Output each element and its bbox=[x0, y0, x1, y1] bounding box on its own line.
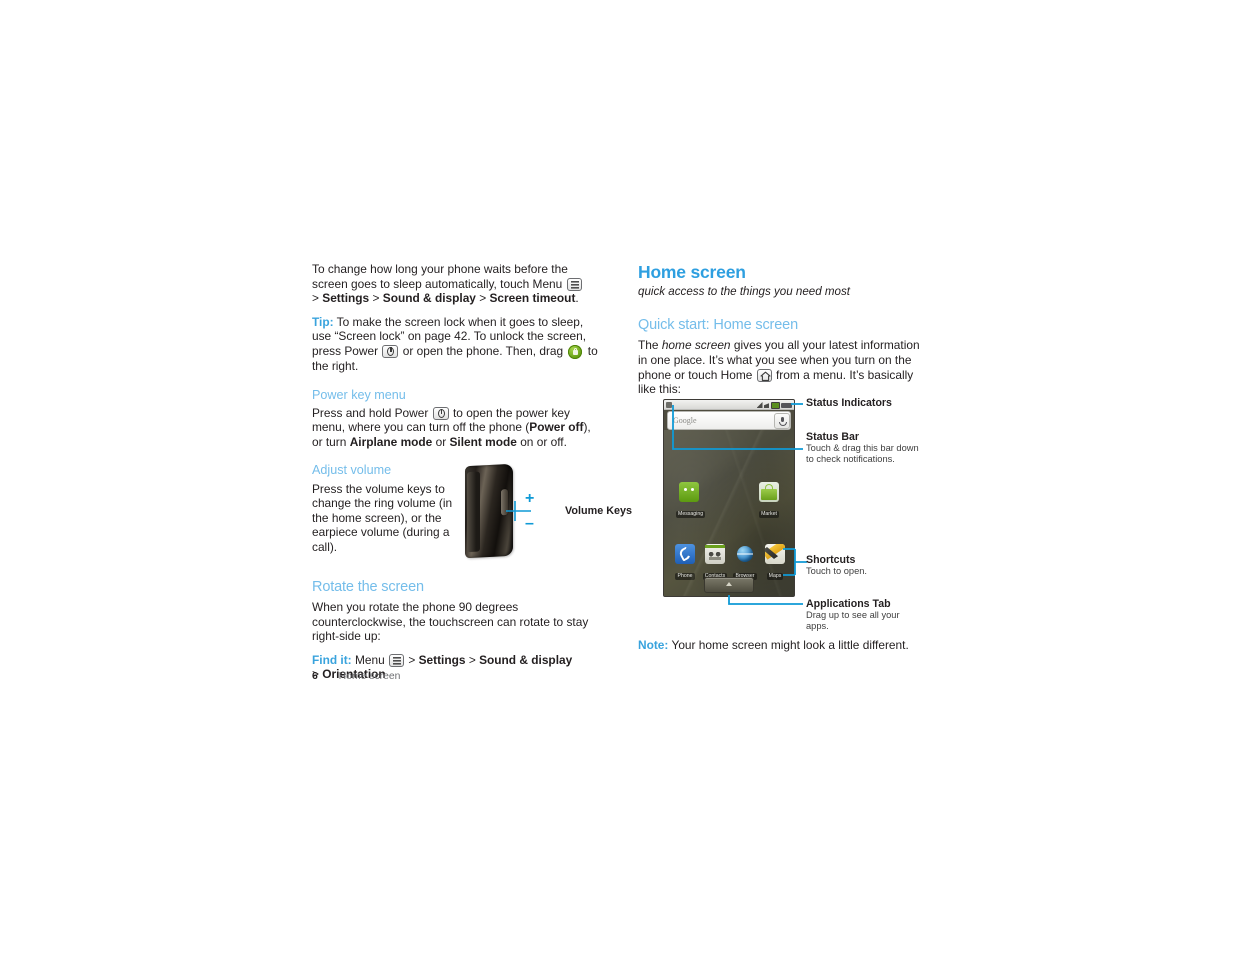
intro-paragraph: To change how long your phone waits befo… bbox=[312, 262, 602, 306]
intro-settings: Settings bbox=[322, 291, 370, 306]
qs-italic-home-screen: home screen bbox=[661, 338, 731, 353]
page-subtitle: quick access to the things you need most bbox=[638, 285, 851, 299]
volume-up-symbol: + bbox=[525, 490, 535, 507]
intro-sound-display: Sound & display bbox=[382, 291, 476, 306]
pkm-airplane-mode: Airplane mode bbox=[349, 434, 433, 449]
callout-desc: Drag up to see all your apps. bbox=[806, 610, 900, 632]
callout-desc: Touch to open. bbox=[806, 566, 867, 576]
manual-page: To change how long your phone waits befo… bbox=[0, 0, 1235, 954]
intro-text: To change how long your phone waits befo… bbox=[312, 262, 568, 291]
volume-keys-label: Volume Keys bbox=[565, 505, 633, 517]
footer-section-label: Home screen bbox=[338, 671, 401, 682]
intro-period: . bbox=[575, 291, 579, 306]
adjust-volume-paragraph: Press the volume keys to change the ring… bbox=[312, 481, 453, 554]
menu-key-icon bbox=[389, 653, 404, 667]
find-it-label: Find it: bbox=[312, 652, 352, 667]
right-column: Home screen quick access to the things y… bbox=[638, 262, 928, 406]
quick-start-paragraph: The home screen gives you all your lates… bbox=[638, 338, 928, 396]
rotate-screen-paragraph: When you rotate the phone 90 degrees cou… bbox=[312, 599, 589, 644]
callout-applications-tab: Applications Tab Drag up to see all your… bbox=[806, 598, 906, 633]
callout-title: Status Indicators bbox=[806, 397, 892, 409]
green-lock-icon bbox=[568, 344, 583, 359]
pkm-silent-mode: Silent mode bbox=[449, 434, 517, 449]
note-label: Note: bbox=[638, 638, 669, 652]
intro-gt-1: > bbox=[312, 291, 319, 306]
page-title: Home screen bbox=[638, 262, 746, 282]
find-it-settings: Settings bbox=[418, 652, 466, 667]
find-it-gt-2: > bbox=[468, 652, 476, 667]
power-key-menu-heading: Power key menu bbox=[312, 387, 406, 402]
pkm-text-4: on or off. bbox=[520, 434, 567, 449]
callout-status-indicators: Status Indicators bbox=[806, 397, 892, 409]
find-it-gt-1: > bbox=[408, 652, 416, 667]
callout-title: Applications Tab bbox=[806, 598, 891, 610]
power-key-menu-paragraph: Press and hold Power to open the power k… bbox=[312, 406, 602, 450]
pkm-or: or bbox=[435, 434, 447, 449]
page-number: 6 bbox=[312, 671, 318, 682]
note-paragraph: Note: Your home screen might look a litt… bbox=[638, 638, 938, 653]
find-it-sound-display: Sound & display bbox=[479, 652, 573, 667]
rotate-screen-heading: Rotate the screen bbox=[312, 578, 424, 595]
qs-text-1: The bbox=[638, 338, 659, 353]
power-key-icon bbox=[382, 344, 399, 358]
callout-shortcuts: Shortcuts Touch to open. bbox=[806, 554, 916, 577]
volume-down-symbol: – bbox=[525, 515, 534, 532]
power-key-icon bbox=[432, 406, 449, 420]
intro-gt-3: > bbox=[479, 291, 487, 306]
volume-keys-figure: + – Volume Keys bbox=[465, 461, 632, 561]
note-text: Your home screen might look a little dif… bbox=[671, 638, 909, 652]
home-key-icon bbox=[756, 368, 772, 382]
volume-keys-leader-line bbox=[506, 501, 531, 521]
callout-title: Status Bar bbox=[806, 431, 859, 443]
menu-key-icon bbox=[566, 277, 582, 291]
tip-label: Tip: bbox=[312, 314, 334, 329]
page-footer: 6 Home screen bbox=[312, 671, 400, 682]
pkm-power-off: Power off bbox=[529, 420, 584, 435]
tip-paragraph: Tip: To make the screen lock when it goe… bbox=[312, 315, 602, 374]
callout-desc: Touch & drag this bar down to check noti… bbox=[806, 443, 919, 465]
find-it-menu: Menu bbox=[354, 652, 385, 667]
intro-screen-timeout: Screen timeout bbox=[489, 291, 576, 306]
callout-status-bar: Status Bar Touch & drag this bar down to… bbox=[806, 431, 926, 466]
callout-title: Shortcuts bbox=[806, 554, 856, 566]
quick-start-heading: Quick start: Home screen bbox=[638, 317, 798, 334]
tip-text-2: or open the phone. Then, drag bbox=[402, 343, 564, 358]
intro-gt-2: > bbox=[372, 291, 380, 306]
pkm-text-1: Press and hold Power bbox=[312, 405, 429, 420]
